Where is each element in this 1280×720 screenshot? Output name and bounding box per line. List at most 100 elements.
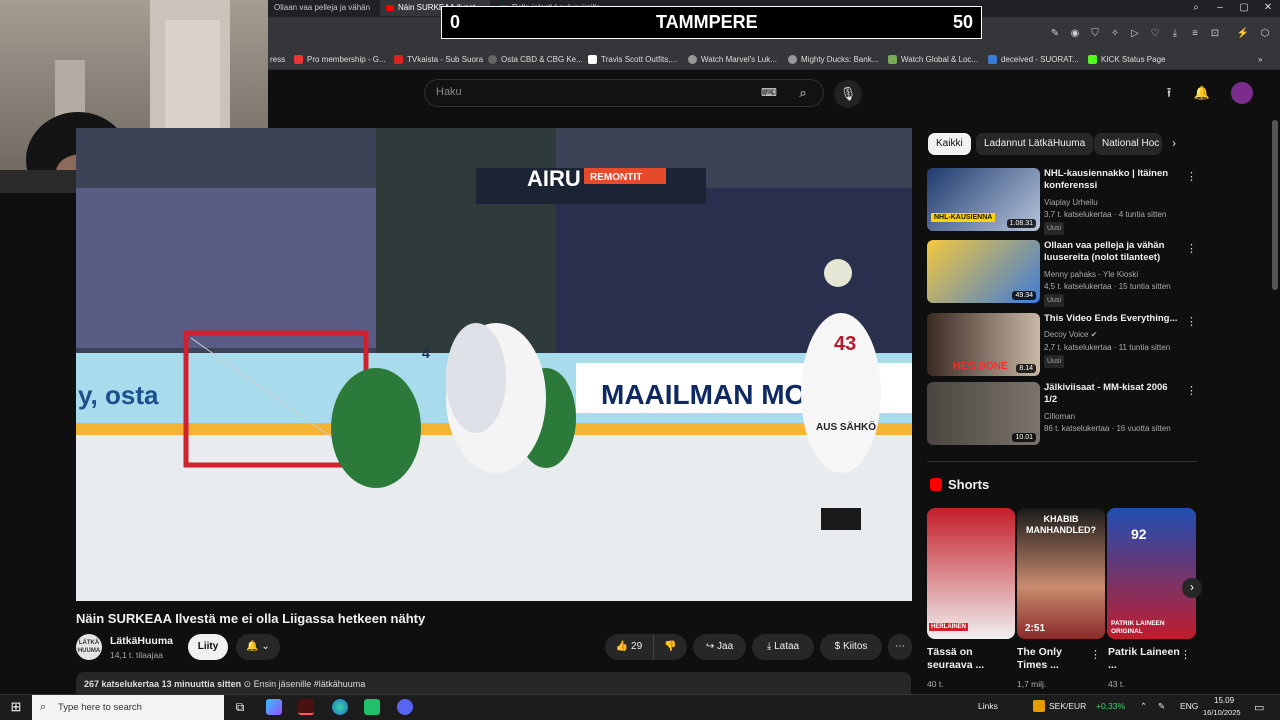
like-button[interactable]: 👍 29 — [605, 634, 653, 660]
keyboard-icon[interactable]: ⌨ — [760, 84, 778, 102]
channel-avatar[interactable]: LÄTKÄ HUUMA — [76, 634, 102, 660]
upload-time: 13 minuuttia sitten — [161, 679, 242, 689]
minimize-icon[interactable]: – — [1208, 0, 1232, 16]
clock-date[interactable]: 16/10/2025 — [1203, 708, 1241, 717]
duration-badge: 8.14 — [1016, 364, 1036, 373]
bell-icon[interactable]: 🔔 — [1193, 84, 1211, 102]
video-thumbnail[interactable]: 10.01 — [927, 382, 1040, 445]
short-more-icon[interactable]: ⋮ — [1180, 648, 1191, 661]
recommendation-item[interactable]: HE'S DONE 8.14 This Video Ends Everythin… — [927, 313, 1197, 379]
windows-start-icon[interactable]: ⊞ — [8, 699, 24, 715]
recommendation-item[interactable]: 49.34 Ollaan vaa pelleja ja vähän luuser… — [927, 240, 1197, 307]
duration-badge: 1.08.31 — [1006, 219, 1036, 228]
tray-chevron-icon[interactable]: ⌃ — [1140, 701, 1147, 712]
short-thumbnail[interactable]: KHABIB MANHANDLED? 2:51 — [1017, 508, 1105, 639]
video-player[interactable]: AIRU REMONTIT y, osta MAAILMAN MONIPU 43… — [76, 128, 912, 601]
more-actions-icon[interactable]: ⋯ — [888, 634, 912, 660]
page-icon — [588, 55, 597, 65]
ticker-pair[interactable]: SEK/EUR — [1049, 701, 1086, 711]
recommendation-meta: 86 t. katselukertaa · 16 vuotta sitten — [1044, 424, 1171, 433]
lock-icon[interactable]: ⊡ — [1208, 27, 1222, 41]
discord-icon[interactable] — [397, 699, 413, 715]
task-view-icon[interactable]: ⧉ — [232, 699, 248, 715]
bookmark-item[interactable]: KICK Status Page — [1088, 50, 1165, 70]
page-scrollbar[interactable] — [1272, 120, 1278, 290]
clock-time[interactable]: 15.09 — [1214, 696, 1234, 705]
more-options-icon[interactable]: ⋮ — [1186, 242, 1197, 255]
search-tabs-icon[interactable]: ⌕ — [1184, 0, 1208, 16]
short-overlay-text: PATRIK LAINEEN ORIGINAL — [1111, 620, 1165, 635]
bookmark-item[interactable]: ress — [270, 50, 285, 70]
recommendation-channel: Menny pahaks - Yle Kioski — [1044, 270, 1139, 279]
thanks-button[interactable]: $ Kiitos — [820, 634, 882, 660]
extension-icon[interactable]: ✧ — [1108, 27, 1122, 41]
chip-all[interactable]: Kaikki — [928, 133, 971, 155]
avatar[interactable] — [1231, 82, 1253, 104]
camera-icon[interactable]: ◉ — [1068, 27, 1082, 41]
hashtag-link[interactable]: #lätkähuuma — [314, 679, 366, 689]
download-icon[interactable]: ⤓ — [1168, 27, 1182, 41]
bookmark-item[interactable]: TVkaista - Sub Suora — [394, 50, 483, 70]
settings-icon[interactable]: ⬡ — [1258, 27, 1272, 41]
network-icon[interactable]: ✎ — [1158, 701, 1165, 712]
short-thumbnail[interactable]: 92 PATRIK LAINEEN ORIGINAL — [1107, 508, 1196, 639]
chevron-right-icon[interactable]: › — [1172, 136, 1176, 150]
more-options-icon[interactable]: ⋮ — [1186, 315, 1197, 328]
copilot-icon[interactable] — [266, 699, 282, 715]
recommendation-meta: 3,7 t. katselukertaa · 4 tuntia sitten — [1044, 210, 1167, 219]
vpn-icon[interactable]: ⚡ — [1236, 27, 1250, 41]
bookmark-item[interactable]: Pro membership - G... — [294, 50, 386, 70]
bookmark-item[interactable]: Travis Scott Outfits,... — [588, 50, 677, 70]
divider — [927, 461, 1197, 462]
description-box[interactable]: 267 katselukertaa 13 minuuttia sitten ⊙ … — [76, 672, 911, 696]
more-options-icon[interactable]: ⋮ — [1186, 384, 1197, 397]
short-more-icon[interactable]: ⋮ — [1090, 648, 1101, 661]
chip-national-hockey[interactable]: National Hoc — [1094, 133, 1162, 155]
shield-icon[interactable]: ⛉ — [1088, 27, 1102, 41]
edit-icon[interactable]: ✎ — [1048, 27, 1062, 41]
bookmarks-overflow-icon[interactable]: » — [1258, 50, 1262, 70]
download-button[interactable]: ⤓ Lataa — [752, 634, 814, 660]
bookmark-item[interactable]: Mighty Ducks: Bank... — [788, 50, 878, 70]
notifications-icon[interactable]: ▭ — [1254, 701, 1264, 714]
more-options-icon[interactable]: ⋮ — [1186, 170, 1197, 183]
dislike-button[interactable]: 👎 — [653, 634, 687, 660]
bookmark-item[interactable]: Watch Global & Loc... — [888, 50, 978, 70]
bookmark-item[interactable]: Osta CBD & CBG Ke... — [488, 50, 583, 70]
heart-icon[interactable]: ♡ — [1148, 27, 1162, 41]
video-thumbnail[interactable]: HE'S DONE 8.14 — [927, 313, 1040, 376]
share-button[interactable]: ↪ Jaa — [693, 634, 746, 660]
terminal-icon[interactable] — [364, 699, 380, 715]
short-title[interactable]: The Only Times ... — [1017, 646, 1093, 672]
bookmark-item[interactable]: deceived - SUORAT... — [988, 50, 1079, 70]
language-indicator[interactable]: ENG — [1180, 701, 1198, 711]
opera-icon[interactable] — [298, 699, 314, 715]
edge-icon[interactable] — [332, 699, 348, 715]
recommendation-item[interactable]: NHL-KAUSIENNA 1.08.31 NHL-kausiennakko |… — [927, 168, 1197, 235]
chip-channel[interactable]: Ladannut LätkäHuuma — [976, 133, 1094, 155]
channel-name[interactable]: LätkäHuuma — [110, 635, 173, 647]
maximize-icon[interactable]: ▢ — [1232, 0, 1256, 16]
recommendation-item[interactable]: 10.01 Jälkiviisaat - MM-kisat 2006 1/2 C… — [927, 382, 1197, 448]
close-icon[interactable]: ✕ — [1256, 0, 1280, 16]
shorts-next-icon[interactable]: › — [1182, 578, 1202, 598]
mic-icon[interactable]: 🎙 — [834, 80, 862, 108]
play-icon[interactable]: ▷ — [1128, 27, 1142, 41]
thumbs-up-icon: 👍 — [615, 641, 629, 652]
video-thumbnail[interactable]: 49.34 — [927, 240, 1040, 303]
short-title[interactable]: Patrik Laineen ... — [1108, 646, 1184, 672]
subscribed-bell-button[interactable]: 🔔 ⌄ — [236, 634, 280, 660]
taskbar-search-input[interactable]: ⌕ Type here to search — [32, 695, 224, 720]
taskbar-links[interactable]: Links — [978, 701, 998, 711]
short-overlay-text: HERLAINEN — [929, 623, 969, 631]
join-button[interactable]: Liity — [188, 634, 228, 660]
video-thumbnail[interactable]: NHL-KAUSIENNA 1.08.31 — [927, 168, 1040, 231]
browser-tab[interactable]: Ollaan vaa pelleja ja vähän — [268, 0, 376, 16]
short-title[interactable]: Tässä on seuraava ... — [927, 646, 1003, 672]
upload-icon[interactable]: ⭱ — [1160, 84, 1178, 102]
player-number: 4 — [422, 345, 430, 361]
bookmark-item[interactable]: Watch Marvel's Luk... — [688, 50, 777, 70]
short-thumbnail[interactable]: HERLAINEN — [927, 508, 1015, 639]
menu-icon[interactable]: ≡ — [1188, 27, 1202, 41]
search-icon[interactable]: ⌕ — [794, 84, 812, 102]
